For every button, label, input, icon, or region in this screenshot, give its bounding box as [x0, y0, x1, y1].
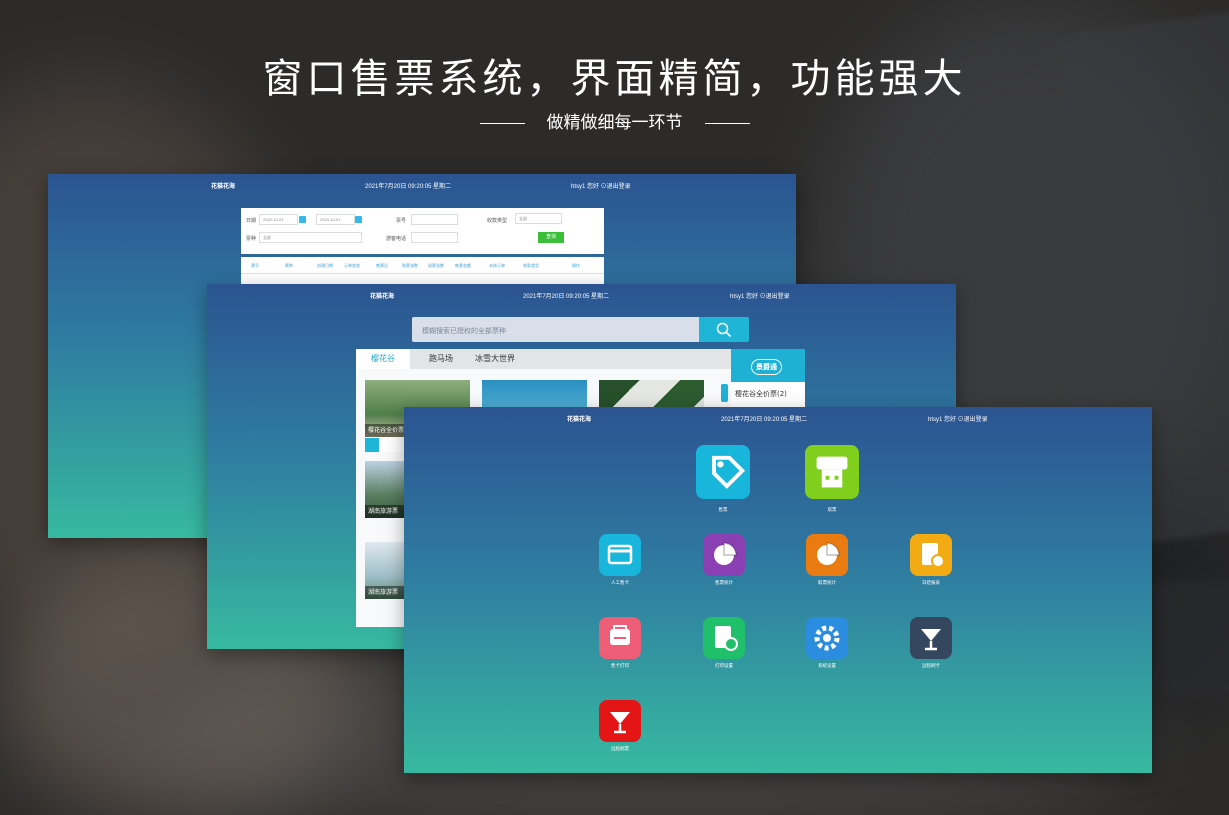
order-no-input[interactable]: [411, 214, 458, 225]
app-name: 花猫花海: [211, 184, 236, 190]
search-input[interactable]: 模糊搜索已授权的全部票种: [412, 317, 699, 342]
tab-ice-world[interactable]: 冰雪大世界: [460, 349, 530, 369]
cart-sidebar: 景爵通 樱花谷全价票(2): [731, 349, 805, 413]
top-bar: 花猫花海 2021年7月20日 09:20:05 星期二 htsy1 您好 ⊙退…: [207, 284, 956, 304]
table-header: 票号: [251, 263, 259, 268]
datetime: 2021年7月20日 09:20:05 星期二: [523, 294, 610, 300]
gear-icon: [806, 617, 848, 659]
app-label: 打印设置: [715, 664, 733, 669]
datetime: 2021年7月20日 09:20:05 星期二: [365, 184, 452, 190]
app-label: 远程刷卡: [922, 664, 940, 669]
table-header: 收款类型: [523, 263, 539, 268]
search-button[interactable]: [699, 317, 749, 342]
table-header: 售票员: [376, 263, 388, 268]
top-bar: 花猫花海 2021年7月20日 09:20:05 星期二 htsy1 您好 ⊙退…: [48, 174, 796, 194]
app-tile[interactable]: 售卡打印: [599, 617, 641, 673]
app-tile[interactable]: 日结报表: [910, 534, 952, 590]
ticket-type-select[interactable]: 全部: [259, 232, 362, 243]
tab-cherry-valley[interactable]: 樱花谷: [356, 349, 410, 369]
page-indicator: [379, 438, 404, 452]
table-header: 创建日期: [317, 263, 333, 268]
app-tile[interactable]: 打印设置: [703, 617, 745, 673]
table-header: 操作: [572, 263, 580, 268]
tag-icon: [696, 445, 750, 499]
hero-subtitle: 做精做细每一环节: [0, 108, 1229, 133]
app-name: 花猫花海: [567, 417, 592, 423]
app-tile[interactable]: 人工售卡: [599, 534, 641, 590]
app-label: 取票统计: [818, 581, 836, 586]
pie-chart-icon: [806, 534, 848, 576]
filter-panel: 日期 2020-10-01 2020-10-01 票号 收款类型 全部 票种 全…: [241, 208, 604, 254]
table-header: 售票金额: [455, 263, 471, 268]
app-label: 日结报表: [922, 581, 940, 586]
ticket-machine-icon: [805, 445, 859, 499]
app-tile[interactable]: 远程刷票: [599, 700, 641, 756]
app-tile[interactable]: 远程刷卡: [910, 617, 952, 673]
card-icon: [599, 534, 641, 576]
app-label: 人工售卡: [611, 581, 629, 586]
app-name: 花猫花海: [370, 294, 395, 300]
app-label: 系统设置: [818, 664, 836, 669]
datetime: 2021年7月20日 09:20:05 星期二: [721, 417, 808, 423]
hero-title: 窗口售票系统，界面精简，功能强大: [262, 56, 967, 102]
user-info[interactable]: htsy1 您好 ⊙退出登录: [730, 291, 790, 300]
prev-page-button[interactable]: [365, 438, 379, 452]
cup-icon: [910, 617, 952, 659]
user-info[interactable]: htsy1 您好 ⊙退出登录: [571, 181, 631, 190]
printer-icon: [599, 617, 641, 659]
app-label: 售卡打印: [611, 664, 629, 669]
app-label: 取票: [827, 508, 837, 513]
app-tile[interactable]: 取票统计: [806, 534, 848, 590]
search-icon: [716, 322, 732, 338]
pie-chart-icon: [703, 534, 745, 576]
app-tile[interactable]: 取票: [805, 445, 859, 513]
cart-item[interactable]: 樱花谷全价票(2): [735, 389, 787, 399]
date-to-input[interactable]: 2020-10-01: [316, 214, 355, 225]
app-tile[interactable]: 系统设置: [806, 617, 848, 673]
phone-input[interactable]: [411, 232, 458, 243]
date-from-input[interactable]: 2020-10-01: [259, 214, 298, 225]
pay-type-select[interactable]: 全部: [515, 213, 562, 224]
app-label: 售票统计: [715, 581, 733, 586]
top-bar: 花猫花海 2021年7月20日 09:20:05 星期二 htsy1 您好 ⊙退…: [404, 407, 1152, 427]
cup-icon: [599, 700, 641, 742]
screenshot-main-menu: 花猫花海 2021年7月20日 09:20:05 星期二 htsy1 您好 ⊙退…: [404, 407, 1152, 773]
table-header: 未核订单: [489, 263, 505, 268]
report-icon: [910, 534, 952, 576]
settings-doc-icon: [703, 617, 745, 659]
app-label: 售票: [718, 508, 728, 513]
user-info[interactable]: htsy1 您好 ⊙退出登录: [928, 414, 988, 423]
calendar-icon[interactable]: [355, 216, 362, 223]
orders-table: 票号 票种 创建日期 订单状态 售票员 购票张数 退票张数 售票金额 未核订单 …: [241, 257, 604, 287]
query-button[interactable]: 查询: [538, 232, 564, 243]
table-header: 票种: [285, 263, 293, 268]
calendar-icon[interactable]: [299, 216, 306, 223]
table-header: 购票张数: [402, 263, 418, 268]
app-tile[interactable]: 售票统计: [703, 534, 745, 590]
table-header: 订单状态: [344, 263, 360, 268]
scroll-handle[interactable]: [721, 384, 728, 402]
app-tile[interactable]: 售票: [696, 445, 750, 513]
app-label: 远程刷票: [611, 747, 629, 752]
brand-logo: 景爵通: [731, 349, 805, 382]
category-tabs: 樱花谷 跑马场 冰雪大世界: [356, 349, 731, 369]
table-header: 退票张数: [428, 263, 444, 268]
